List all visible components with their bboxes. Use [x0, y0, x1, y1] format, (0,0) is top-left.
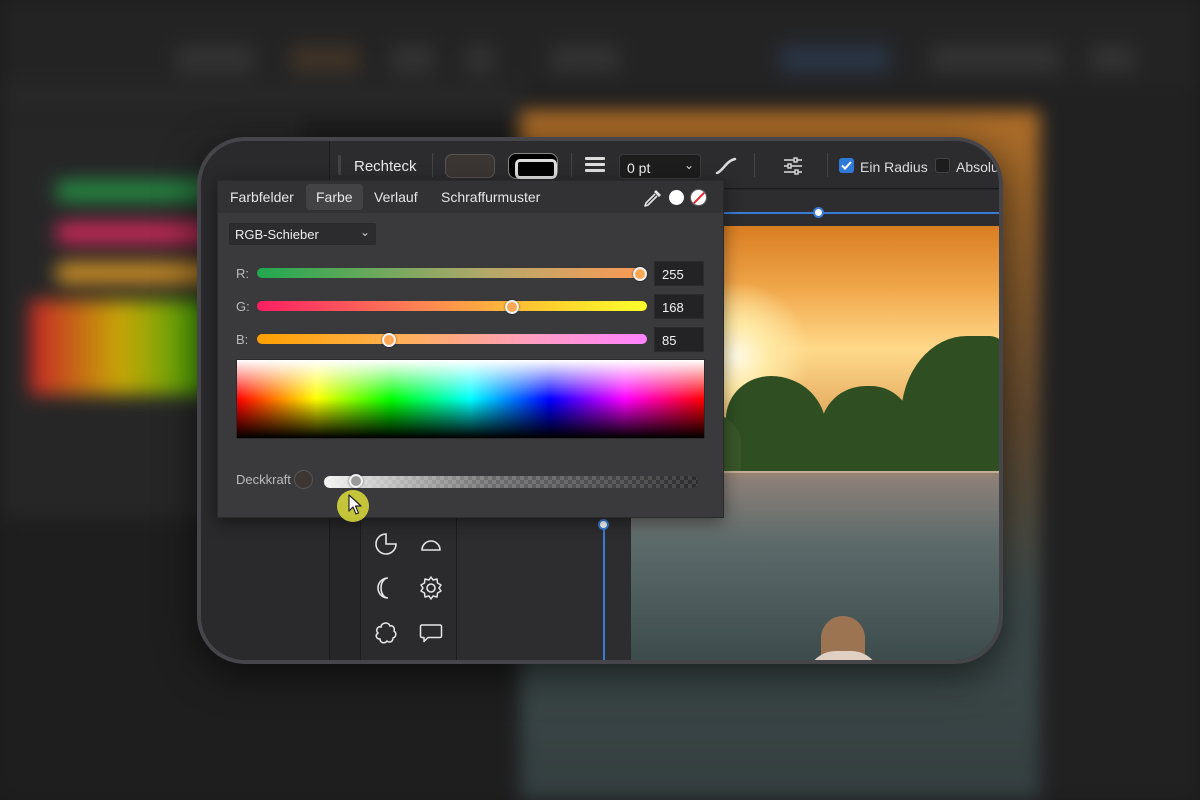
photo-island [726, 376, 826, 471]
bg-button [290, 45, 360, 73]
toolbar-grip[interactable] [338, 155, 341, 175]
color-panel: Farbfelder Farbe Verlauf Schraffurmuster… [217, 180, 724, 518]
color-panel-tabs: Farbfelder Farbe Verlauf Schraffurmuster [218, 181, 723, 213]
ein-radius-label: Ein Radius [860, 159, 928, 175]
zoom-frame: Rechteck 0 pt ⌄ Ein Radius Absolu Farbfe… [197, 137, 1003, 664]
bg-tabbar [0, 80, 520, 115]
photo-person-shoulders [806, 651, 881, 660]
red-label: R: [236, 266, 249, 281]
bg-button [175, 45, 255, 73]
stroke-width-icon[interactable] [585, 157, 605, 175]
green-slider[interactable] [257, 300, 647, 314]
fill-swatch[interactable] [445, 154, 495, 178]
stroke-width-select[interactable]: 0 pt ⌄ [619, 154, 701, 179]
eyedropper-icon[interactable] [642, 187, 664, 209]
selection-handle[interactable] [598, 519, 609, 530]
bg-spectrum [30, 300, 210, 395]
color-mode-select[interactable]: RGB-Schieber ⌄ [229, 223, 376, 245]
blue-slider-knob[interactable] [382, 333, 397, 347]
blue-label: B: [236, 332, 249, 347]
selection-guide-horizontal [720, 212, 999, 214]
bg-button [780, 45, 890, 73]
toolbar-separator [754, 153, 755, 177]
mouse-pointer-icon [348, 494, 362, 515]
opacity-slider-knob[interactable] [349, 474, 364, 488]
cog-shape-icon[interactable] [418, 575, 444, 601]
ein-radius-checkbox[interactable] [839, 158, 854, 173]
toolbar-separator [571, 153, 572, 177]
blue-value-field[interactable]: 85 [654, 327, 704, 352]
green-slider-knob[interactable] [504, 300, 519, 314]
bg-sidebar [1040, 100, 1200, 800]
green-label: G: [236, 299, 250, 314]
bg-button [550, 45, 620, 73]
segment-shape-icon[interactable] [418, 531, 444, 557]
chevron-down-icon: ⌄ [359, 225, 370, 239]
tab-verlauf[interactable]: Verlauf [364, 184, 428, 210]
no-color-icon[interactable] [690, 189, 707, 206]
bg-button [1090, 45, 1135, 73]
photo-island [821, 386, 911, 471]
red-slider[interactable] [257, 267, 647, 281]
red-slider-knob[interactable] [633, 267, 647, 281]
chevron-down-icon: ⌄ [683, 158, 694, 172]
bg-button [465, 45, 495, 73]
tab-schraffurmuster[interactable]: Schraffurmuster [431, 184, 550, 210]
toolbar-separator [432, 153, 433, 177]
opacity-slider[interactable] [324, 474, 698, 488]
color-mode-value: RGB-Schieber [235, 227, 319, 242]
crescent-shape-icon[interactable] [373, 575, 399, 601]
adjustments-icon[interactable] [782, 155, 804, 177]
white-swatch[interactable] [669, 190, 684, 205]
toolbar-separator [827, 153, 828, 177]
blue-slider[interactable] [257, 333, 647, 347]
tool-name: Rechteck [354, 158, 417, 175]
absolut-label: Absolu [956, 159, 999, 175]
bg-button [930, 45, 1060, 73]
stroke-width-value: 0 pt [627, 160, 651, 176]
cloud-shape-icon[interactable] [373, 620, 399, 646]
stroke-swatch[interactable] [508, 153, 558, 179]
green-value-field[interactable]: 168 [654, 294, 704, 319]
pie-shape-icon[interactable] [373, 531, 399, 557]
absolut-checkbox[interactable] [935, 158, 950, 173]
opacity-label: Deckkraft [236, 472, 291, 487]
photo-island [901, 336, 999, 471]
shapes-panel [360, 518, 457, 660]
speech-bubble-shape-icon[interactable] [418, 620, 444, 646]
red-slider-row: R: 255 [218, 261, 723, 286]
tab-farbe[interactable]: Farbe [306, 184, 363, 210]
zoomed-app: Rechteck 0 pt ⌄ Ein Radius Absolu Farbfe… [201, 141, 999, 660]
selection-guide-vertical [603, 520, 605, 660]
opacity-swatch[interactable] [294, 470, 313, 489]
tab-farbfelder[interactable]: Farbfelder [220, 184, 304, 210]
color-spectrum[interactable] [236, 359, 705, 439]
bg-button [390, 45, 435, 73]
green-slider-row: G: 168 [218, 294, 723, 319]
pressure-curve-icon[interactable] [714, 154, 738, 178]
selection-handle[interactable] [813, 207, 824, 218]
blue-slider-row: B: 85 [218, 327, 723, 352]
red-value-field[interactable]: 255 [654, 261, 704, 286]
